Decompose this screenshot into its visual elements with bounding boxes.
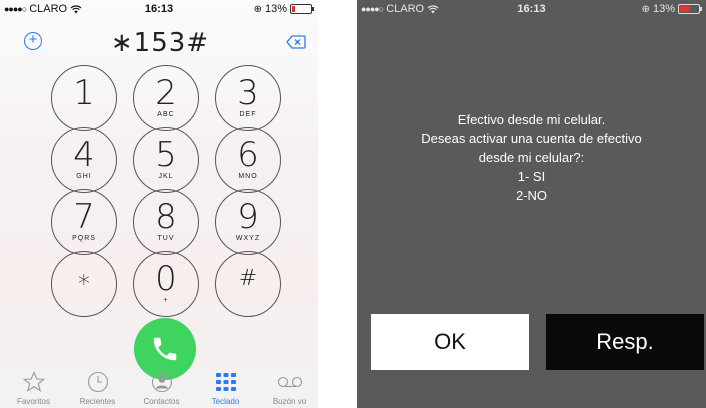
key-star[interactable]: ∗ [51, 251, 117, 317]
battery-percent: 13% [652, 3, 675, 15]
message-line: 2-NO [515, 188, 548, 203]
backspace-icon[interactable] [286, 35, 306, 49]
battery-icon [678, 4, 702, 14]
key-0[interactable]: 0 + [133, 251, 199, 317]
message-line: desde mi celular?: [478, 150, 585, 165]
battery-percent: 13% [264, 3, 287, 15]
contact-icon [151, 371, 172, 393]
tab-buzon-voz[interactable]: Buzón vo [258, 370, 318, 408]
tab-bar: Favoritos Recientes Contactos Teclado Bu… [0, 370, 318, 408]
rotation-lock-icon: ⊕ [641, 3, 650, 15]
ok-button[interactable]: OK [371, 314, 529, 370]
key-7[interactable]: 7 PQRS [51, 189, 117, 255]
key-1[interactable]: 1 [51, 65, 117, 131]
key-2[interactable]: 2 ABC [133, 65, 199, 131]
battery-icon [290, 4, 314, 14]
key-9[interactable]: 9 WXYZ [215, 189, 281, 255]
phone-icon [153, 337, 177, 361]
voicemail-icon [277, 376, 302, 388]
tab-favoritos[interactable]: Favoritos [2, 370, 65, 408]
key-5[interactable]: 5 JKL [133, 127, 199, 193]
key-3[interactable]: 3 DEF [215, 65, 281, 131]
key-4[interactable]: 4 GHI [51, 127, 117, 193]
rotation-lock-icon: ⊕ [253, 3, 262, 15]
dialed-number: ∗153# [110, 28, 210, 58]
tab-teclado[interactable]: Teclado [194, 370, 257, 408]
add-contact-icon[interactable]: + [24, 32, 42, 50]
ussd-dialog-screen: ●●●●○ CLARO 16:13 ⊕ 13% Efectivo desde m… [357, 0, 706, 408]
status-bar: ●●●●○ CLARO 16:13 ⊕ 13% [357, 0, 706, 20]
message-line: Deseas activar una cuenta de efectivo [421, 131, 642, 146]
message-line: 1- SI [517, 169, 546, 184]
tab-contactos[interactable]: Contactos [130, 370, 193, 408]
star-icon [22, 371, 45, 392]
ussd-message: Efectivo desde mi celular. Deseas activa… [377, 110, 686, 205]
key-8[interactable]: 8 TUV [133, 189, 199, 255]
key-hash[interactable]: # [215, 251, 281, 317]
clock-icon [87, 371, 108, 393]
status-bar: ●●●●○ CLARO 16:13 ⊕ 13% [0, 0, 318, 20]
key-6[interactable]: 6 MNO [215, 127, 281, 193]
keypad-icon [215, 373, 236, 391]
reply-button[interactable]: Resp. [546, 314, 704, 370]
message-line: Efectivo desde mi celular. [457, 112, 606, 127]
dialer-screen: ●●●●○ CLARO 16:13 ⊕ 13% + ∗153# 1 2 ABC … [0, 0, 318, 408]
tab-recientes[interactable]: Recientes [66, 370, 129, 408]
